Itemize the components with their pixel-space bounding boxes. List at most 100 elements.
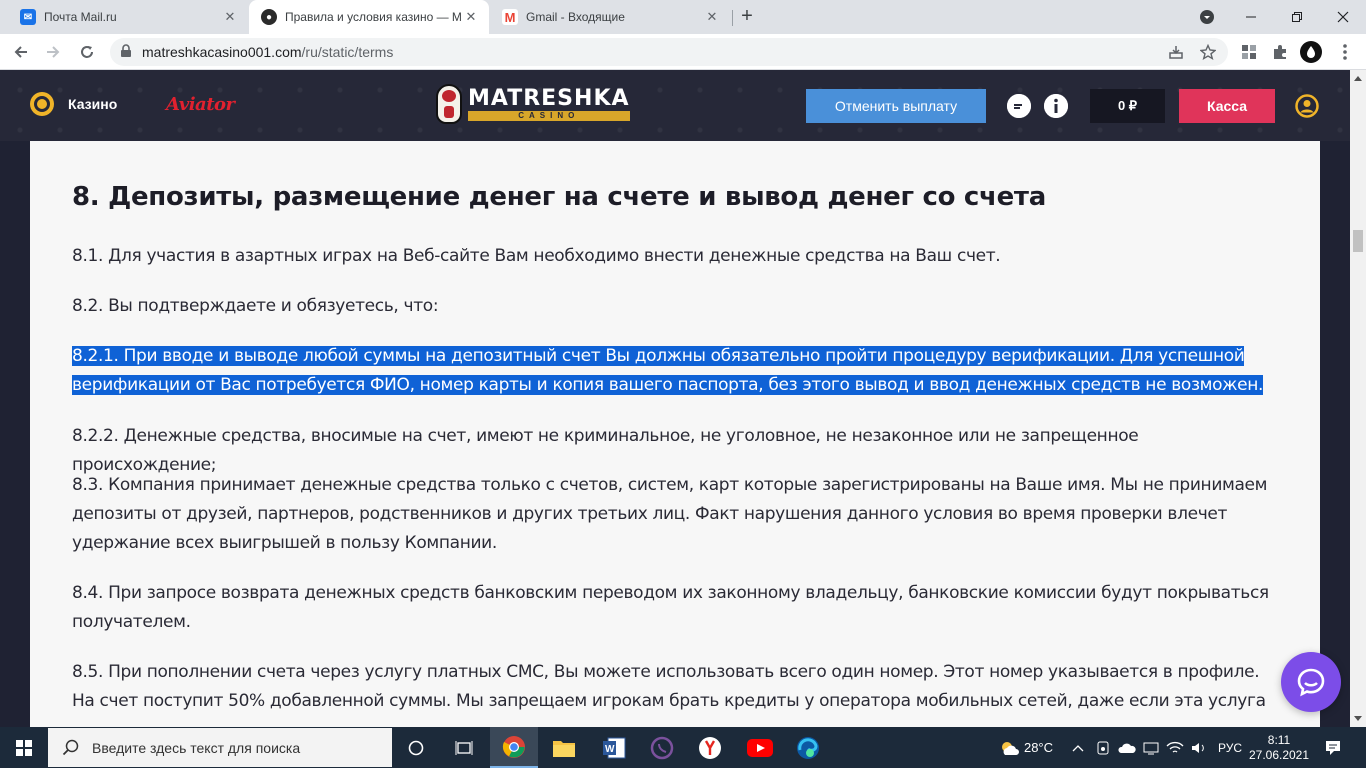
terms-paragraph: 8.1. Для участия в азартных играх на Веб…: [72, 246, 1001, 266]
site-header: Казино Aviator MATRESHKA CASINO Отменить…: [0, 70, 1350, 141]
arrow-right-icon: [47, 46, 60, 58]
restore-button[interactable]: [1274, 0, 1320, 34]
tab-separator: [732, 10, 733, 26]
volume-icon[interactable]: [1188, 727, 1210, 768]
search-icon: [62, 739, 79, 755]
taskbar-explorer[interactable]: [540, 727, 588, 768]
terms-paragraph: 8.4. При запросе возврата денежных средс…: [72, 583, 1269, 632]
taskbar-chrome[interactable]: [490, 727, 538, 768]
task-view-button[interactable]: [440, 727, 488, 768]
cancel-payout-button[interactable]: Отменить выплату: [806, 89, 986, 123]
matreshka-doll-icon: [436, 84, 462, 124]
extension-icon: [1242, 45, 1256, 59]
page-scrollbar[interactable]: [1350, 70, 1366, 727]
tab-title: Правила и условия казино — M: [285, 10, 462, 24]
scrollbar-thumb[interactable]: [1353, 230, 1363, 252]
scroll-up-icon[interactable]: [1354, 76, 1362, 81]
tab-search-button[interactable]: [1184, 0, 1230, 34]
extensions-button[interactable]: [1267, 39, 1293, 65]
url-text: matreshkacasino001.com/ru/static/terms: [142, 44, 393, 60]
cashier-button[interactable]: Касса: [1179, 89, 1275, 123]
task-view-icon: [455, 740, 473, 755]
scroll-down-icon[interactable]: [1354, 716, 1362, 721]
close-icon: [1337, 11, 1349, 23]
minimize-button[interactable]: [1228, 0, 1274, 34]
back-button[interactable]: [8, 39, 34, 65]
menu-button[interactable]: [1332, 39, 1358, 65]
terms-paragraph: 8.2. Вы подтверждаете и обязуетесь, что:: [72, 296, 439, 316]
tab-casino-terms[interactable]: ● Правила и условия казино — M ✕: [249, 0, 489, 34]
extension-puzzle-button[interactable]: [1236, 39, 1262, 65]
reload-button[interactable]: [74, 39, 100, 65]
live-chat-button[interactable]: [1281, 652, 1341, 712]
onedrive-icon[interactable]: [1116, 727, 1138, 768]
close-icon[interactable]: ✕: [222, 9, 238, 25]
weather-cloud-icon: [1001, 741, 1019, 755]
windows-icon: [16, 739, 32, 756]
youtube-icon: [747, 738, 773, 757]
browser-tab-strip: ✉ Почта Mail.ru ✕ ● Правила и условия ка…: [0, 0, 1366, 34]
avatar-icon: [1300, 41, 1322, 63]
tab-mail-ru[interactable]: ✉ Почта Mail.ru ✕: [8, 0, 248, 34]
taskbar-search[interactable]: Введите здесь текст для поиска: [48, 728, 392, 767]
cortana-icon: [408, 740, 424, 755]
nav-aviator[interactable]: Aviator: [166, 94, 235, 115]
taskbar-yandex[interactable]: [686, 727, 734, 768]
taskbar-youtube[interactable]: [736, 727, 784, 768]
windows-taskbar: Введите здесь текст для поиска W 28°C РУ…: [0, 727, 1366, 768]
weather-widget[interactable]: 28°C: [994, 727, 1058, 768]
chrome-icon: [502, 735, 525, 758]
close-icon[interactable]: ✕: [463, 9, 479, 25]
restore-icon: [1292, 12, 1302, 22]
site-logo[interactable]: MATRESHKA CASINO: [436, 84, 630, 124]
svg-text:W: W: [605, 744, 615, 755]
terms-paragraph: 8.5. При пополнении счета через услугу п…: [72, 662, 1266, 711]
profile-button[interactable]: [1295, 94, 1319, 123]
chat-icon: [1297, 668, 1325, 697]
url-path: /ru/static/terms: [301, 44, 394, 60]
tab-gmail[interactable]: M Gmail - Входящие ✕: [490, 0, 730, 34]
tab-title: Gmail - Входящие: [526, 10, 625, 24]
new-tab-button[interactable]: +: [736, 6, 758, 27]
cortana-button[interactable]: [392, 727, 440, 768]
address-bar[interactable]: matreshkacasino001.com/ru/static/terms: [110, 38, 1228, 66]
tray-expand-icon[interactable]: [1068, 727, 1088, 768]
clock[interactable]: 8:11 27.06.2021: [1249, 727, 1309, 768]
logo-name: MATRESHKA: [468, 85, 630, 111]
more-vertical-icon: [1343, 44, 1347, 60]
tray-app-icon[interactable]: [1140, 727, 1162, 768]
taskbar-word[interactable]: W: [590, 727, 638, 768]
forward-button[interactable]: [40, 39, 66, 65]
tab-title: Почта Mail.ru: [44, 10, 117, 24]
terms-content: 8. Депозиты, размещение денег на счете и…: [30, 141, 1320, 727]
word-icon: W: [603, 737, 626, 758]
terms-paragraph: 8.3. Компания принимает денежные средств…: [72, 475, 1268, 553]
nav-casino[interactable]: Казино: [30, 92, 117, 116]
lock-icon: [121, 44, 131, 57]
chat-bubble-icon[interactable]: [1007, 94, 1031, 118]
bookmark-star-icon[interactable]: [1198, 42, 1218, 62]
language-indicator[interactable]: РУС: [1214, 727, 1246, 768]
puzzle-icon: [1274, 45, 1286, 59]
clock-time: 8:11: [1267, 732, 1291, 747]
taskbar-edge[interactable]: [784, 727, 832, 768]
gmail-icon: M: [502, 9, 518, 25]
mail-ru-icon: ✉: [20, 9, 36, 25]
profile-avatar-button[interactable]: [1298, 39, 1324, 65]
weather-temperature: 28°C: [1023, 740, 1054, 755]
close-icon[interactable]: ✕: [704, 9, 720, 25]
nav-casino-label: Казино: [68, 96, 118, 112]
info-icon[interactable]: [1044, 94, 1068, 118]
wifi-icon[interactable]: [1164, 727, 1186, 768]
logo-sub: CASINO: [468, 110, 630, 121]
search-placeholder: Введите здесь текст для поиска: [92, 739, 301, 756]
balance-display[interactable]: 0 ₽: [1090, 89, 1165, 123]
matreshka-icon: ●: [261, 9, 277, 25]
taskbar-viber[interactable]: [638, 727, 686, 768]
tray-device-icon[interactable]: [1092, 727, 1114, 768]
close-window-button[interactable]: [1320, 0, 1366, 34]
viber-icon: [650, 736, 674, 759]
notifications-icon[interactable]: [1318, 727, 1348, 768]
start-button[interactable]: [0, 727, 48, 768]
install-icon[interactable]: [1166, 42, 1186, 62]
